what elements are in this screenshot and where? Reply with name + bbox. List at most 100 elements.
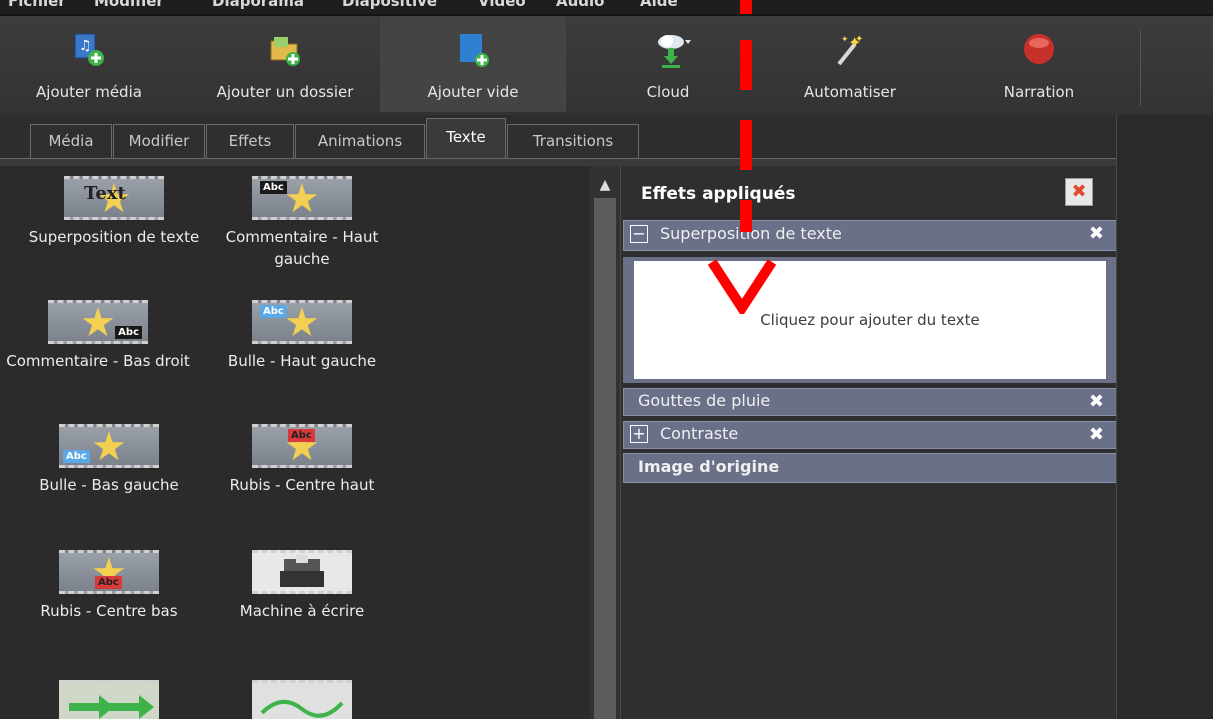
cloud-icon bbox=[658, 35, 691, 68]
library-item-label: Commentaire - Haut gauche bbox=[225, 228, 379, 268]
annotation-arrow-head-icon bbox=[707, 259, 777, 314]
menu-bar: Fichier Modifier Diaporama Diapositive V… bbox=[0, 0, 1213, 14]
tab-effects[interactable]: Effets bbox=[206, 124, 294, 158]
library-item-typewriter[interactable]: Machine à écrire bbox=[212, 550, 392, 622]
menu-help[interactable]: Aide bbox=[640, 0, 678, 10]
effect-name: Contraste bbox=[660, 424, 739, 443]
effect-name: Image d'origine bbox=[638, 457, 780, 476]
add-empty-label: Ajouter vide bbox=[427, 83, 519, 101]
library-item-text-overlay[interactable]: ★ Text Superposition de texte bbox=[4, 176, 224, 248]
automate-button[interactable]: ✦ ✦ ✦ Automatiser bbox=[780, 16, 920, 112]
collapse-icon[interactable]: − bbox=[630, 225, 648, 243]
tab-animations[interactable]: Animations bbox=[295, 124, 425, 158]
comment-bottom-right-thumbnail: ★ Abc bbox=[48, 300, 148, 346]
star-icon: ★ bbox=[80, 300, 116, 346]
abc-badge: Abc bbox=[95, 576, 122, 589]
library-item-label: Machine à écrire bbox=[239, 602, 365, 620]
add-media-icon: ♫ bbox=[74, 33, 104, 66]
library-item-comment-bottom-right[interactable]: ★ Abc Commentaire - Bas droit bbox=[0, 300, 198, 372]
menu-audio[interactable]: Audio bbox=[556, 0, 604, 10]
remove-icon[interactable]: ✖ bbox=[1089, 223, 1104, 244]
abc-badge: Abc bbox=[288, 429, 315, 442]
library-item-partial-2[interactable] bbox=[212, 680, 392, 719]
preview-area bbox=[1116, 115, 1213, 719]
typewriter-thumbnail bbox=[252, 550, 352, 594]
scroll-up-icon[interactable]: ▲ bbox=[594, 174, 616, 196]
library-scrollbar[interactable]: ▲ bbox=[590, 166, 620, 719]
remove-icon[interactable]: ✖ bbox=[1089, 391, 1104, 412]
menu-slide[interactable]: Diapositive bbox=[342, 0, 437, 10]
add-empty-icon bbox=[460, 34, 489, 67]
library-item-label: Bulle - Haut gauche bbox=[227, 352, 377, 370]
add-folder-button[interactable]: Ajouter un dossier bbox=[196, 16, 374, 112]
star-icon: ★ bbox=[91, 424, 127, 470]
partial-thumbnail bbox=[252, 680, 352, 719]
remove-icon[interactable]: ✖ bbox=[1089, 424, 1104, 445]
ruby-center-top-thumbnail: ★ Abc bbox=[252, 424, 352, 469]
toolbar-separator bbox=[1140, 30, 1141, 106]
typewriter-icon bbox=[280, 555, 324, 587]
add-folder-label: Ajouter un dossier bbox=[216, 83, 354, 101]
tab-text[interactable]: Texte bbox=[426, 118, 506, 159]
cloud-label: Cloud bbox=[646, 83, 690, 101]
path-icon bbox=[260, 700, 344, 718]
library-item-ruby-center-top[interactable]: ★ Abc Rubis - Centre haut bbox=[212, 424, 392, 496]
add-empty-button[interactable]: Ajouter vide bbox=[380, 16, 566, 112]
star-icon: ★ bbox=[284, 300, 320, 346]
comment-top-left-thumbnail: ★ Abc bbox=[252, 176, 352, 222]
add-media-button[interactable]: ♫ Ajouter média bbox=[16, 16, 162, 112]
toolbar: ♫ Ajouter média Ajouter un dossier Ajout… bbox=[0, 14, 1213, 115]
partial-thumbnail bbox=[59, 680, 159, 719]
annotation-arrow-segment bbox=[740, 200, 752, 232]
library-item-partial-1[interactable] bbox=[4, 680, 214, 719]
library-item-label: Rubis - Centre haut bbox=[229, 476, 375, 494]
tab-content-border bbox=[0, 158, 1116, 166]
menu-video[interactable]: Vidéo bbox=[478, 0, 526, 10]
ruby-center-bottom-thumbnail: ★ Abc bbox=[59, 550, 159, 595]
effect-row-text-overlay[interactable]: − Superposition de texte ✖ bbox=[623, 220, 1117, 251]
applied-effects-panel: Effets appliqués ✖ − Superposition de te… bbox=[620, 166, 1117, 719]
star-icon: ★ bbox=[284, 176, 320, 222]
svg-text:✦: ✦ bbox=[855, 34, 863, 45]
annotation-arrow-segment bbox=[740, 40, 752, 90]
library-item-ruby-center-bottom[interactable]: ★ Abc Rubis - Centre bas bbox=[4, 550, 214, 622]
tab-media[interactable]: Média bbox=[30, 124, 112, 158]
menu-edit[interactable]: Modifier bbox=[94, 0, 164, 10]
expand-icon[interactable]: + bbox=[630, 425, 648, 443]
text-badge: Text bbox=[84, 183, 126, 204]
add-folder-icon bbox=[270, 37, 300, 66]
applied-effects-title: Effets appliqués bbox=[641, 184, 796, 204]
tab-edit[interactable]: Modifier bbox=[113, 124, 205, 158]
text-effect-library: ★ Text Superposition de texte ★ Abc Comm… bbox=[0, 166, 590, 719]
annotation-arrow-segment bbox=[740, 120, 752, 170]
abc-badge: Abc bbox=[260, 181, 287, 194]
effect-text-editor: Cliquez pour ajouter du texte bbox=[623, 257, 1117, 383]
library-item-label: Commentaire - Bas droit bbox=[6, 352, 190, 370]
automate-label: Automatiser bbox=[804, 83, 896, 101]
scroll-thumb[interactable] bbox=[594, 198, 616, 719]
bubble-bottom-left-thumbnail: ★ Abc bbox=[59, 424, 159, 470]
menu-slideshow[interactable]: Diaporama bbox=[212, 0, 304, 10]
abc-badge: Abc bbox=[115, 326, 142, 339]
abc-badge: Abc bbox=[63, 450, 90, 463]
record-icon bbox=[1024, 34, 1054, 64]
magic-wand-icon: ✦ ✦ ✦ bbox=[837, 33, 863, 66]
effect-name: Gouttes de pluie bbox=[638, 391, 771, 410]
annotation-arrow-segment bbox=[740, 0, 752, 14]
library-item-label: Bulle - Bas gauche bbox=[39, 476, 179, 494]
cloud-button[interactable]: Cloud bbox=[606, 16, 730, 112]
library-item-bubble-top-left[interactable]: ★ Abc Bulle - Haut gauche bbox=[212, 300, 392, 372]
svg-text:♫: ♫ bbox=[79, 38, 92, 54]
effect-row-original-image[interactable]: Image d'origine bbox=[623, 453, 1117, 483]
bubble-top-left-thumbnail: ★ Abc bbox=[252, 300, 352, 346]
abc-badge: Abc bbox=[260, 305, 287, 318]
menu-file[interactable]: Fichier bbox=[8, 0, 66, 10]
library-item-bubble-bottom-left[interactable]: ★ Abc Bulle - Bas gauche bbox=[4, 424, 214, 496]
effect-row-raindrops[interactable]: Gouttes de pluie ✖ bbox=[623, 388, 1117, 416]
effect-row-contrast[interactable]: + Contraste ✖ bbox=[623, 421, 1117, 449]
text-overlay-thumbnail: ★ Text bbox=[64, 176, 164, 221]
close-icon[interactable]: ✖ bbox=[1065, 178, 1093, 206]
narration-button[interactable]: Narration bbox=[974, 16, 1104, 112]
library-item-comment-top-left[interactable]: ★ Abc Commentaire - Haut gauche bbox=[212, 176, 392, 270]
tab-transitions[interactable]: Transitions bbox=[507, 124, 639, 158]
